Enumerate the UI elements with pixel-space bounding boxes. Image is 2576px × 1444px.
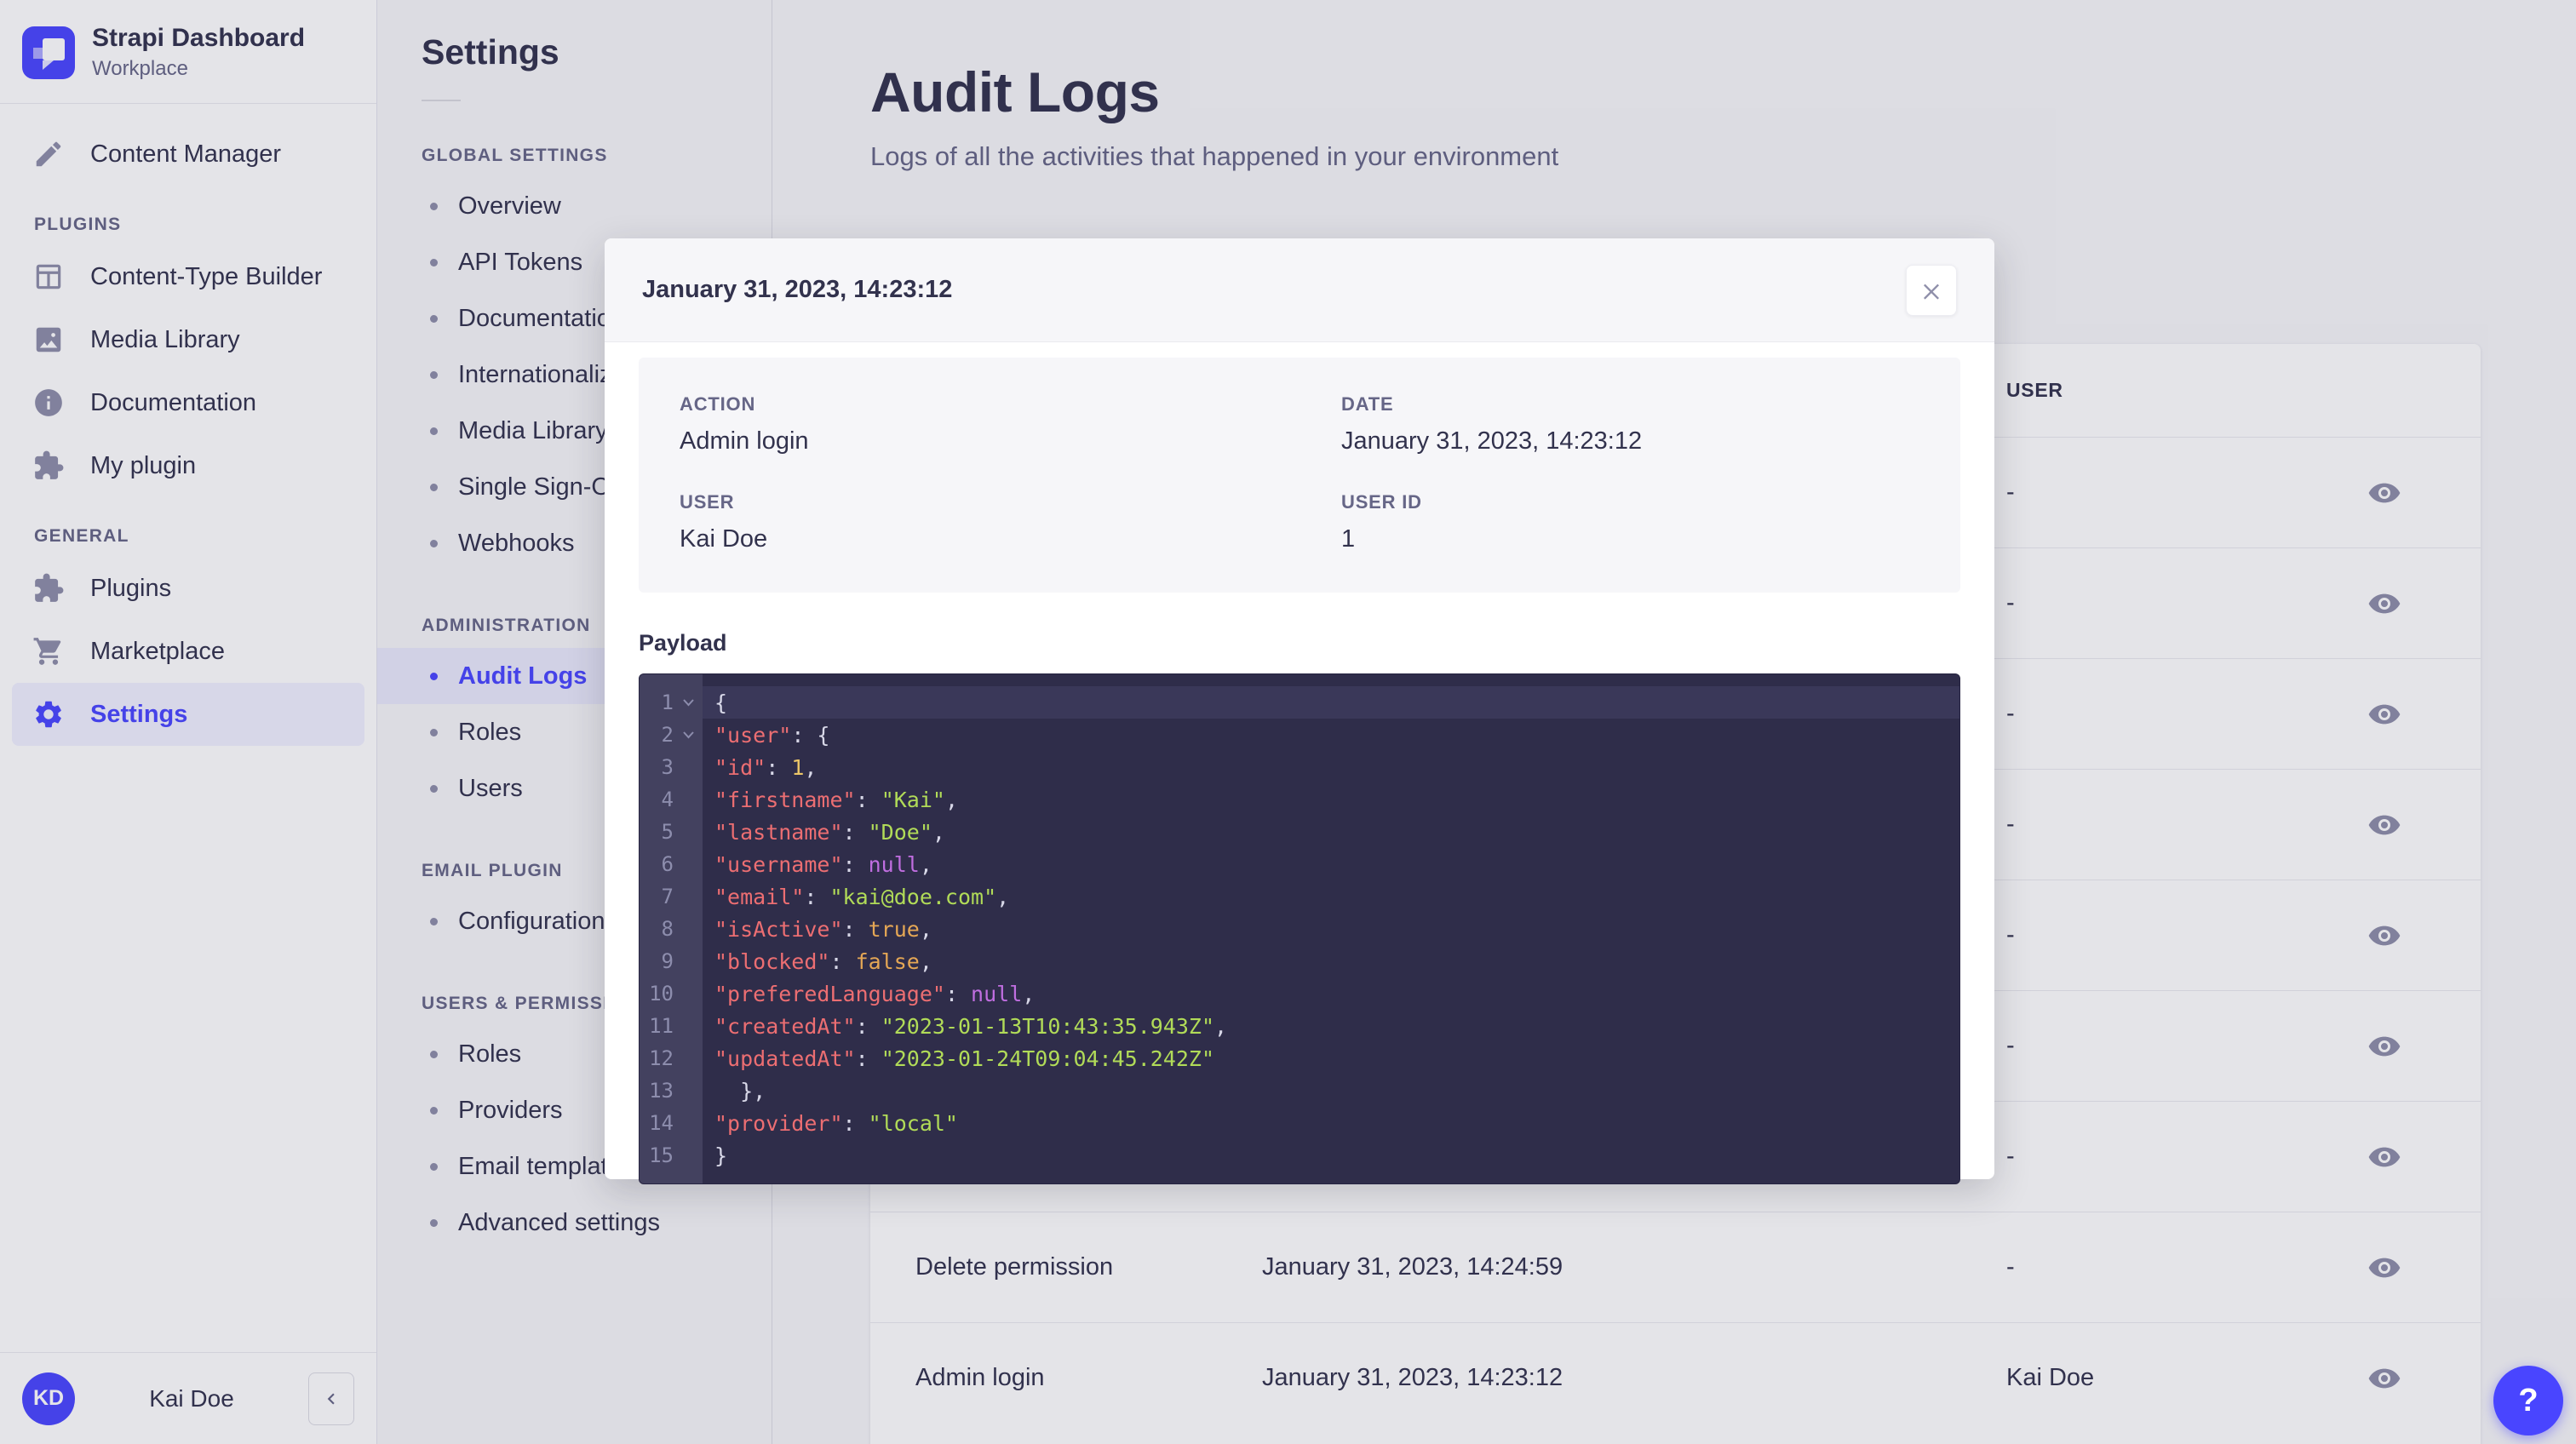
line-number: 1 [640, 690, 674, 714]
modal-body: ACTION Admin login DATE January 31, 2023… [605, 342, 1994, 1184]
code-text: "email": "kai@doe.com", [703, 880, 1959, 913]
close-icon [1919, 278, 1943, 302]
line-number: 15 [640, 1143, 674, 1167]
line-number: 14 [640, 1111, 674, 1135]
code-line: 5 "lastname": "Doe", [640, 816, 1959, 848]
line-number: 5 [640, 820, 674, 844]
code-text: "firstname": "Kai", [703, 783, 1959, 816]
line-number: 9 [640, 949, 674, 973]
code-text: "username": null, [703, 848, 1959, 880]
code-text: "createdAt": "2023-01-13T10:43:35.943Z", [703, 1010, 1959, 1042]
code-line: 10 "preferedLanguage": null, [640, 977, 1959, 1010]
fold-chevron-icon[interactable] [674, 731, 703, 739]
line-number: 12 [640, 1046, 674, 1070]
line-number: 2 [640, 723, 674, 747]
code-text: { [703, 686, 1959, 719]
code-line: 7 "email": "kai@doe.com", [640, 880, 1959, 913]
line-number: 8 [640, 917, 674, 941]
code-text: "updatedAt": "2023-01-24T09:04:45.242Z" [703, 1042, 1959, 1074]
close-modal-button[interactable] [1906, 265, 1957, 316]
code-line: 2 "user": { [640, 719, 1959, 751]
line-number: 7 [640, 885, 674, 908]
help-button[interactable]: ? [2493, 1366, 2563, 1435]
line-number: 4 [640, 788, 674, 811]
code-text: "user": { [703, 719, 1959, 751]
audit-log-details-modal: January 31, 2023, 14:23:12 ACTION Admin … [605, 238, 1994, 1179]
detail-field: ACTION Admin login [680, 393, 1341, 456]
detail-value: Admin login [680, 427, 1341, 456]
log-details-box: ACTION Admin login DATE January 31, 2023… [639, 358, 1960, 593]
code-line: 9 "blocked": false, [640, 945, 1959, 977]
detail-field: DATE January 31, 2023, 14:23:12 [1341, 393, 1960, 456]
code-line: 8 "isActive": true, [640, 913, 1959, 945]
code-line: 4 "firstname": "Kai", [640, 783, 1959, 816]
detail-value: January 31, 2023, 14:23:12 [1341, 427, 1960, 456]
detail-label: DATE [1341, 393, 1960, 415]
modal-header: January 31, 2023, 14:23:12 [605, 238, 1994, 342]
line-number: 10 [640, 982, 674, 1006]
code-text: "id": 1, [703, 751, 1959, 783]
code-text: "preferedLanguage": null, [703, 977, 1959, 1010]
code-line: 6 "username": null, [640, 848, 1959, 880]
code-line: 12 "updatedAt": "2023-01-24T09:04:45.242… [640, 1042, 1959, 1074]
line-number: 11 [640, 1014, 674, 1038]
code-line: 14 "provider": "local" [640, 1107, 1959, 1139]
code-line: 3 "id": 1, [640, 751, 1959, 783]
code-text: "provider": "local" [703, 1107, 1959, 1139]
code-line: 13 }, [640, 1074, 1959, 1107]
code-line: 15 } [640, 1139, 1959, 1172]
code-text: }, [703, 1074, 1959, 1107]
detail-field: USER Kai Doe [680, 491, 1341, 553]
code-text: "blocked": false, [703, 945, 1959, 977]
code-line: 11 "createdAt": "2023-01-13T10:43:35.943… [640, 1010, 1959, 1042]
code-text: } [703, 1139, 1959, 1172]
detail-value: Kai Doe [680, 525, 1341, 553]
fold-chevron-icon[interactable] [674, 698, 703, 707]
payload-label: Payload [639, 630, 1960, 656]
modal-title: January 31, 2023, 14:23:12 [642, 276, 952, 304]
detail-field: USER ID 1 [1341, 491, 1960, 553]
line-number: 6 [640, 852, 674, 876]
code-text: "isActive": true, [703, 913, 1959, 945]
payload-code-editor[interactable]: 1 { 2 "user": { 3 [639, 673, 1960, 1184]
detail-label: USER ID [1341, 491, 1960, 513]
line-number: 3 [640, 755, 674, 779]
detail-label: ACTION [680, 393, 1341, 415]
detail-value: 1 [1341, 525, 1960, 553]
detail-label: USER [680, 491, 1341, 513]
line-number: 13 [640, 1079, 674, 1103]
code-text: "lastname": "Doe", [703, 816, 1959, 848]
code-line: 1 { [640, 686, 1959, 719]
